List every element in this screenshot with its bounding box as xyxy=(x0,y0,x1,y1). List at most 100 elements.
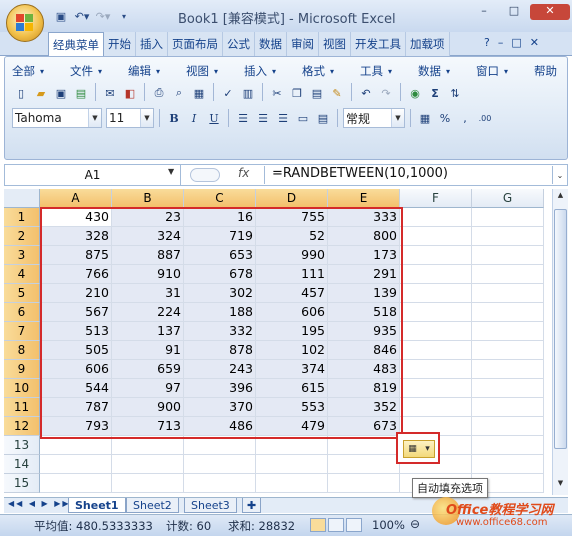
cell-a3[interactable]: 875 xyxy=(40,246,112,265)
cell-f4[interactable] xyxy=(400,265,472,284)
cell-a6[interactable]: 567 xyxy=(40,303,112,322)
permission-icon[interactable]: ▤ xyxy=(72,83,90,103)
cell-b1[interactable]: 23 xyxy=(112,208,184,227)
cell-c11[interactable]: 370 xyxy=(184,398,256,417)
copy-icon[interactable]: ❐ xyxy=(288,83,306,103)
cell-e11[interactable]: 352 xyxy=(328,398,400,417)
cell-e13[interactable] xyxy=(328,436,400,455)
cell-d9[interactable]: 374 xyxy=(256,360,328,379)
row-header-3[interactable]: 3 xyxy=(4,246,40,265)
percent-icon[interactable]: % xyxy=(436,108,454,128)
redo-icon[interactable]: ↷ xyxy=(377,83,395,103)
page-break-view-icon[interactable] xyxy=(346,518,362,532)
paste-icon[interactable]: ▤ xyxy=(308,83,326,103)
research-book-icon[interactable]: ▥ xyxy=(239,83,257,103)
name-box-dropdown-icon[interactable]: ▼ xyxy=(168,167,174,176)
save-icon[interactable]: ▣ xyxy=(52,83,70,103)
cell-e4[interactable]: 291 xyxy=(328,265,400,284)
row-header-14[interactable]: 14 xyxy=(4,455,40,474)
cell-b15[interactable] xyxy=(112,474,184,493)
select-all-corner[interactable] xyxy=(4,189,40,208)
open-folder-icon[interactable]: ▰ xyxy=(32,83,50,103)
cell-d8[interactable]: 102 xyxy=(256,341,328,360)
expand-formula-bar-icon[interactable]: ⌄ xyxy=(552,166,567,184)
menu-tools[interactable]: 工具 ▾ xyxy=(360,61,418,81)
column-header-a[interactable]: A xyxy=(40,189,112,208)
cell-f9[interactable] xyxy=(400,360,472,379)
cell-b3[interactable]: 887 xyxy=(112,246,184,265)
cell-c7[interactable]: 332 xyxy=(184,322,256,341)
cell-f7[interactable] xyxy=(400,322,472,341)
autosum-icon[interactable]: Σ xyxy=(426,83,444,103)
row-header-11[interactable]: 11 xyxy=(4,398,40,417)
align-center-icon[interactable]: ☰ xyxy=(254,108,272,128)
office-button[interactable] xyxy=(6,4,44,42)
cell-g4[interactable] xyxy=(472,265,544,284)
name-box[interactable]: A1 xyxy=(5,165,181,185)
vertical-scrollbar[interactable]: ▲ ▼ xyxy=(552,189,568,495)
cell-g3[interactable] xyxy=(472,246,544,265)
comma-style-icon[interactable]: , xyxy=(456,108,474,128)
autofill-options-button[interactable]: ▦ ▾ xyxy=(396,432,440,464)
row-header-10[interactable]: 10 xyxy=(4,379,40,398)
zoom-level[interactable]: 100% xyxy=(372,518,405,532)
sheet-tab-sheet1[interactable]: Sheet1 xyxy=(68,498,126,513)
pdf-icon[interactable]: ◧ xyxy=(121,83,139,103)
wrap-text-icon[interactable]: ▤ xyxy=(314,108,332,128)
cut-icon[interactable]: ✂ xyxy=(268,83,286,103)
page-layout-view-icon[interactable] xyxy=(328,518,344,532)
cell-d5[interactable]: 457 xyxy=(256,284,328,303)
cell-b11[interactable]: 900 xyxy=(112,398,184,417)
scroll-thumb[interactable] xyxy=(554,209,567,449)
cell-g11[interactable] xyxy=(472,398,544,417)
ribbon-close-icon[interactable]: ✕ xyxy=(530,36,539,49)
menu-insert[interactable]: 插入 ▾ xyxy=(244,61,302,81)
cell-d3[interactable]: 990 xyxy=(256,246,328,265)
sheet-tab-sheet3[interactable]: Sheet3 xyxy=(184,498,237,513)
cell-d10[interactable]: 615 xyxy=(256,379,328,398)
cell-a13[interactable] xyxy=(40,436,112,455)
spelling-icon[interactable]: ✓ xyxy=(219,83,237,103)
redo-icon[interactable]: ↷▾ xyxy=(94,8,112,24)
cell-f11[interactable] xyxy=(400,398,472,417)
insert-sheet-icon[interactable]: ✚ xyxy=(242,498,262,513)
cell-b12[interactable]: 713 xyxy=(112,417,184,436)
print-preview-icon[interactable]: ⌕ xyxy=(170,83,188,103)
cell-g9[interactable] xyxy=(472,360,544,379)
cell-a1[interactable]: 430 xyxy=(40,208,112,227)
save-icon[interactable]: ▣ xyxy=(52,8,70,24)
row-header-4[interactable]: 4 xyxy=(4,265,40,284)
bold-button[interactable]: B xyxy=(165,108,183,128)
cell-e9[interactable]: 483 xyxy=(328,360,400,379)
cell-f10[interactable] xyxy=(400,379,472,398)
normal-view-icon[interactable] xyxy=(310,518,326,532)
formula-input[interactable]: =RANDBETWEEN(10,1000) xyxy=(272,166,448,181)
cell-d4[interactable]: 111 xyxy=(256,265,328,284)
cell-c2[interactable]: 719 xyxy=(184,227,256,246)
cell-b7[interactable]: 137 xyxy=(112,322,184,341)
cell-c12[interactable]: 486 xyxy=(184,417,256,436)
font-size-select[interactable]: 11 ▼ xyxy=(106,108,154,128)
cell-d13[interactable] xyxy=(256,436,328,455)
cell-f2[interactable] xyxy=(400,227,472,246)
tab-review[interactable]: 审阅 xyxy=(287,32,319,56)
cell-b9[interactable]: 659 xyxy=(112,360,184,379)
cell-e6[interactable]: 518 xyxy=(328,303,400,322)
menu-help[interactable]: 帮助 xyxy=(534,61,560,81)
cell-b2[interactable]: 324 xyxy=(112,227,184,246)
tab-insert[interactable]: 插入 xyxy=(136,32,168,56)
cell-d12[interactable]: 479 xyxy=(256,417,328,436)
column-header-e[interactable]: E xyxy=(328,189,400,208)
cell-e14[interactable] xyxy=(328,455,400,474)
row-header-7[interactable]: 7 xyxy=(4,322,40,341)
customize-qat-icon[interactable]: ▾ xyxy=(115,8,133,24)
merge-center-icon[interactable]: ▭ xyxy=(294,108,312,128)
menu-view[interactable]: 视图 ▾ xyxy=(186,61,244,81)
cell-d15[interactable] xyxy=(256,474,328,493)
cell-g7[interactable] xyxy=(472,322,544,341)
currency-icon[interactable]: ▦ xyxy=(416,108,434,128)
cell-a11[interactable]: 787 xyxy=(40,398,112,417)
tab-data[interactable]: 数据 xyxy=(255,32,287,56)
undo-icon[interactable]: ↶ xyxy=(357,83,375,103)
cell-c5[interactable]: 302 xyxy=(184,284,256,303)
